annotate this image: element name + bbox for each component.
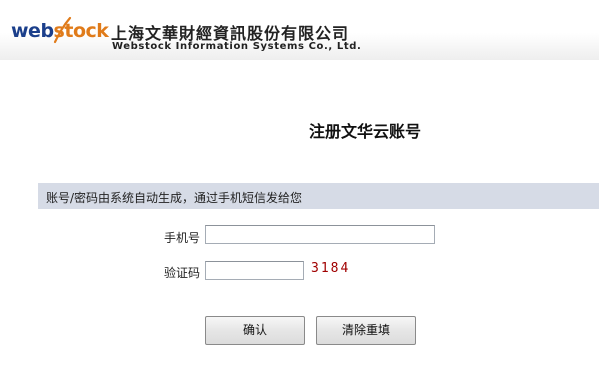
company-name-en: Webstock Information Systems Co., Ltd. (112, 41, 362, 52)
header: webstock 上海文華財經資訊股份有限公司 Webstock Informa… (0, 0, 599, 60)
verification-code-label: 验证码 (164, 266, 201, 280)
confirm-button[interactable]: 确认 (205, 316, 305, 345)
reset-button[interactable]: 清除重填 (316, 316, 416, 345)
webstock-logo: webstock (11, 16, 109, 50)
logo-web-text: web (11, 20, 54, 42)
phone-input[interactable] (205, 225, 435, 244)
captcha-code[interactable]: 3184 (311, 261, 350, 276)
notice-text: 账号/密码由系统自动生成，通过手机短信发给您 (46, 191, 303, 205)
phone-label: 手机号 (164, 231, 201, 245)
page-title: 注册文华云账号 (308, 122, 421, 141)
verification-code-input[interactable] (205, 261, 304, 280)
notice-bar: 账号/密码由系统自动生成，通过手机短信发给您 (38, 183, 599, 209)
logo-swoosh-icon (53, 16, 72, 44)
